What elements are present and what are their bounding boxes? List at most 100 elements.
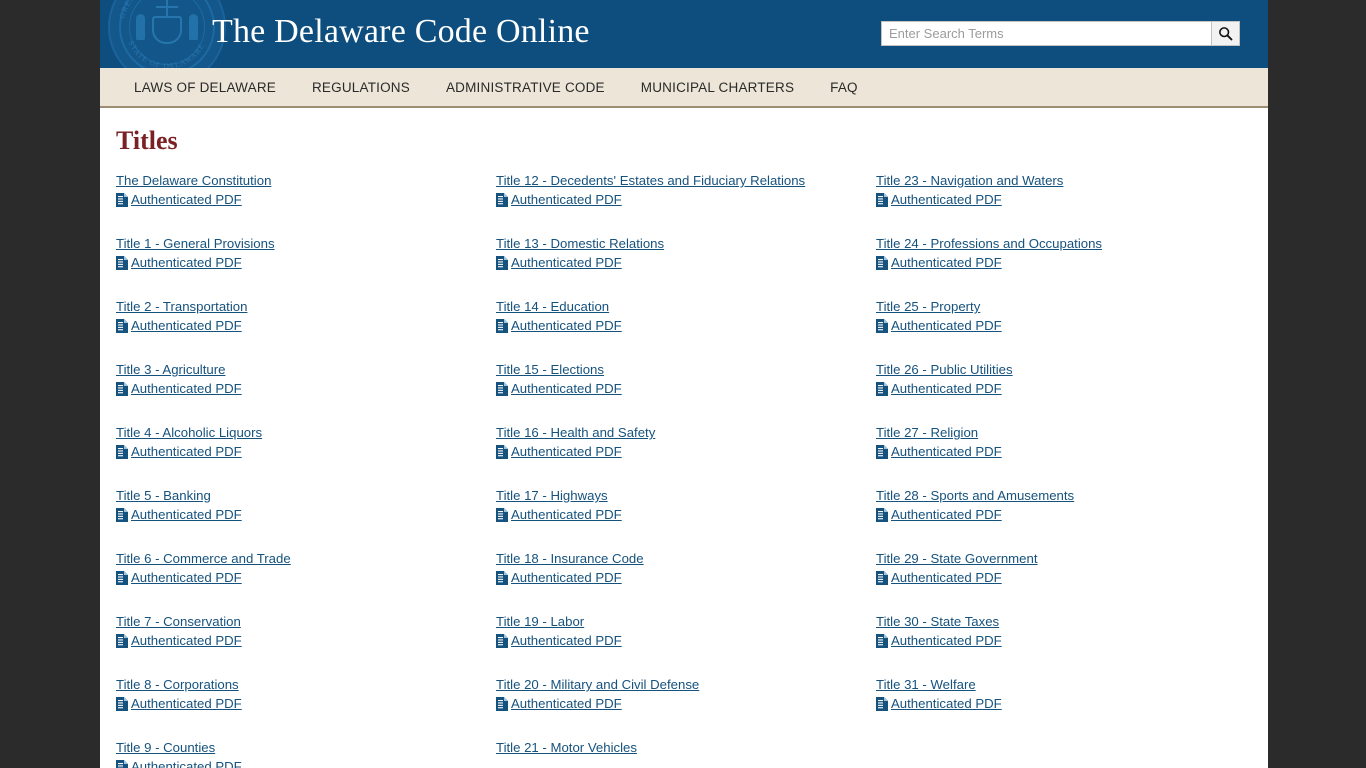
pdf-document-icon (876, 445, 888, 459)
authenticated-pdf-link[interactable]: Authenticated PDF (891, 317, 1002, 335)
authenticated-pdf-link[interactable]: Authenticated PDF (891, 695, 1002, 713)
nav-item-laws-of-delaware[interactable]: LAWS OF DELAWARE (116, 80, 294, 95)
authenticated-pdf-link[interactable]: Authenticated PDF (131, 695, 242, 713)
authenticated-pdf-row: Authenticated PDF (876, 506, 1254, 524)
authenticated-pdf-link[interactable]: Authenticated PDF (131, 443, 242, 461)
title-entry: Title 5 - Banking Authenticated PDF (114, 487, 494, 550)
authenticated-pdf-link[interactable]: Authenticated PDF (131, 317, 242, 335)
title-entry: Title 25 - Property Authenticated PDF (874, 298, 1254, 361)
title-link[interactable]: Title 31 - Welfare (876, 676, 976, 694)
title-link[interactable]: Title 29 - State Government (876, 550, 1038, 568)
nav-item-faq[interactable]: FAQ (812, 80, 876, 95)
authenticated-pdf-row: Authenticated PDF (116, 632, 494, 650)
title-link[interactable]: Title 27 - Religion (876, 424, 978, 442)
title-entry: The Delaware Constitution Authenticated P… (114, 172, 494, 235)
title-link[interactable]: Title 21 - Motor Vehicles (496, 739, 637, 757)
authenticated-pdf-link[interactable]: Authenticated PDF (891, 632, 1002, 650)
authenticated-pdf-row: Authenticated PDF (876, 569, 1254, 587)
title-entry: Title 7 - Conservation Authenticated PDF (114, 613, 494, 676)
authenticated-pdf-row: Authenticated PDF (496, 191, 874, 209)
authenticated-pdf-link[interactable]: Authenticated PDF (891, 380, 1002, 398)
authenticated-pdf-link[interactable]: Authenticated PDF (511, 506, 622, 524)
authenticated-pdf-row: Authenticated PDF (116, 191, 494, 209)
pdf-document-icon (876, 319, 888, 333)
title-link[interactable]: Title 5 - Banking (116, 487, 211, 505)
pdf-document-icon (496, 508, 508, 522)
title-link[interactable]: Title 14 - Education (496, 298, 609, 316)
search-icon (1219, 27, 1233, 41)
section-heading: Titles (116, 126, 178, 155)
authenticated-pdf-link[interactable]: Authenticated PDF (511, 632, 622, 650)
authenticated-pdf-row: Authenticated PDF (496, 695, 874, 713)
nav-item-administrative-code[interactable]: ADMINISTRATIVE CODE (428, 80, 623, 95)
authenticated-pdf-row: Authenticated PDF (876, 317, 1254, 335)
title-link[interactable]: Title 6 - Commerce and Trade (116, 550, 291, 568)
authenticated-pdf-link[interactable]: Authenticated PDF (511, 317, 622, 335)
svg-text:STATE OF DELAWARE: STATE OF DELAWARE (126, 39, 206, 68)
title-entry: Title 3 - Agriculture Authenticated PDF (114, 361, 494, 424)
authenticated-pdf-link[interactable]: Authenticated PDF (891, 191, 1002, 209)
authenticated-pdf-link[interactable]: Authenticated PDF (891, 506, 1002, 524)
title-link[interactable]: Title 19 - Labor (496, 613, 584, 631)
pdf-document-icon (876, 508, 888, 522)
title-link[interactable]: Title 8 - Corporations (116, 676, 239, 694)
pdf-document-icon (116, 571, 128, 585)
search-input[interactable] (881, 21, 1211, 46)
authenticated-pdf-link[interactable]: Authenticated PDF (511, 191, 622, 209)
title-link[interactable]: Title 24 - Professions and Occupations (876, 235, 1102, 253)
authenticated-pdf-link[interactable]: Authenticated PDF (131, 380, 242, 398)
title-entry: Title 29 - State Government Authenticated… (874, 550, 1254, 613)
title-link[interactable]: Title 1 - General Provisions (116, 235, 275, 253)
title-link[interactable]: Title 12 - Decedents' Estates and Fiduci… (496, 172, 805, 190)
authenticated-pdf-link[interactable]: Authenticated PDF (511, 569, 622, 587)
main-navigation: LAWS OF DELAWARE REGULATIONS ADMINISTRAT… (100, 68, 1268, 108)
authenticated-pdf-link[interactable]: Authenticated PDF (511, 254, 622, 272)
authenticated-pdf-link[interactable]: Authenticated PDF (511, 695, 622, 713)
title-link[interactable]: Title 17 - Highways (496, 487, 608, 505)
title-link[interactable]: Title 16 - Health and Safety (496, 424, 655, 442)
authenticated-pdf-link[interactable]: Authenticated PDF (131, 758, 242, 768)
nav-item-municipal-charters[interactable]: MUNICIPAL CHARTERS (623, 80, 812, 95)
nav-item-regulations[interactable]: REGULATIONS (294, 80, 428, 95)
authenticated-pdf-link[interactable]: Authenticated PDF (511, 443, 622, 461)
title-link[interactable]: Title 2 - Transportation (116, 298, 247, 316)
authenticated-pdf-link[interactable]: Authenticated PDF (131, 569, 242, 587)
title-entry: Title 28 - Sports and Amusements Authenti… (874, 487, 1254, 550)
authenticated-pdf-row: Authenticated PDF (116, 317, 494, 335)
pdf-document-icon (116, 319, 128, 333)
authenticated-pdf-row: Authenticated PDF (496, 317, 874, 335)
authenticated-pdf-row: Authenticated PDF (876, 191, 1254, 209)
pdf-document-icon (116, 256, 128, 270)
title-link[interactable]: The Delaware Constitution (116, 172, 271, 190)
title-link[interactable]: Title 30 - State Taxes (876, 613, 999, 631)
title-link[interactable]: Title 3 - Agriculture (116, 361, 225, 379)
authenticated-pdf-row: Authenticated PDF (116, 506, 494, 524)
authenticated-pdf-link[interactable]: Authenticated PDF (511, 380, 622, 398)
title-link[interactable]: Title 9 - Counties (116, 739, 215, 757)
title-link[interactable]: Title 18 - Insurance Code (496, 550, 644, 568)
authenticated-pdf-link[interactable]: Authenticated PDF (891, 254, 1002, 272)
search-button[interactable] (1211, 21, 1240, 46)
authenticated-pdf-row: Authenticated PDF (116, 569, 494, 587)
authenticated-pdf-link[interactable]: Authenticated PDF (131, 254, 242, 272)
title-link[interactable]: Title 4 - Alcoholic Liquors (116, 424, 262, 442)
title-link[interactable]: Title 28 - Sports and Amusements (876, 487, 1074, 505)
title-link[interactable]: Title 7 - Conservation (116, 613, 241, 631)
title-link[interactable]: Title 20 - Military and Civil Defense (496, 676, 699, 694)
site-container: GREAT SEAL OF THE STATE OF DELAWARE The … (100, 0, 1268, 768)
title-link[interactable]: Title 15 - Elections (496, 361, 604, 379)
authenticated-pdf-link[interactable]: Authenticated PDF (891, 443, 1002, 461)
authenticated-pdf-link[interactable]: Authenticated PDF (131, 632, 242, 650)
pdf-document-icon (876, 256, 888, 270)
authenticated-pdf-link[interactable]: Authenticated PDF (131, 191, 242, 209)
title-link[interactable]: Title 23 - Navigation and Waters (876, 172, 1063, 190)
title-entry: Title 20 - Military and Civil Defense Aut… (494, 676, 874, 739)
title-link[interactable]: Title 26 - Public Utilities (876, 361, 1013, 379)
title-entry: Title 26 - Public Utilities Authenticated… (874, 361, 1254, 424)
authenticated-pdf-row: Authenticated PDF (876, 695, 1254, 713)
authenticated-pdf-link[interactable]: Authenticated PDF (131, 506, 242, 524)
pdf-document-icon (876, 193, 888, 207)
title-link[interactable]: Title 25 - Property (876, 298, 980, 316)
title-link[interactable]: Title 13 - Domestic Relations (496, 235, 664, 253)
authenticated-pdf-link[interactable]: Authenticated PDF (891, 569, 1002, 587)
